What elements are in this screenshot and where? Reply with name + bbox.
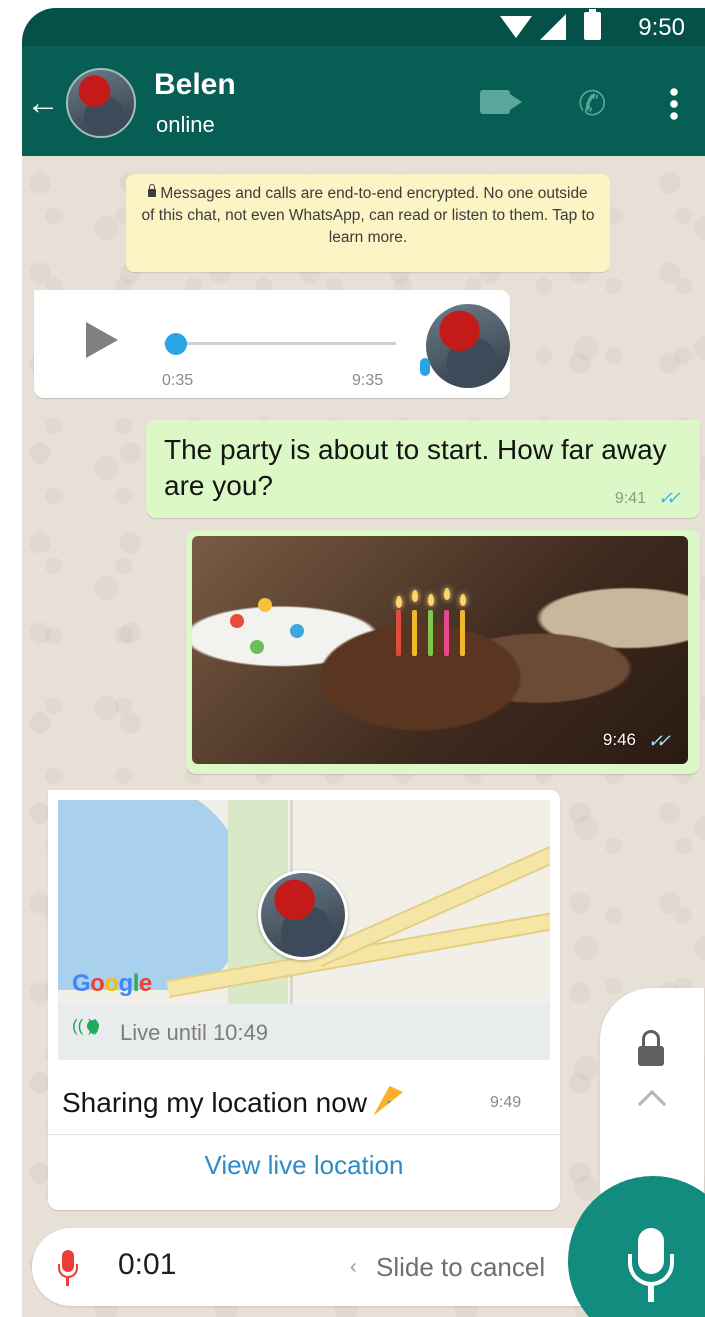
- outgoing-photo-message[interactable]: 9:46 ✓✓: [186, 530, 700, 774]
- candle: [428, 610, 433, 656]
- wifi-icon: [500, 16, 532, 38]
- lock-icon: [638, 1046, 664, 1066]
- recording-microphone-icon: [58, 1250, 78, 1286]
- voice-progress-knob[interactable]: [164, 333, 187, 355]
- message-time: 9:35: [352, 372, 384, 389]
- divider: [48, 1134, 560, 1135]
- candle-flame: [412, 590, 418, 602]
- message-time: 9:46: [602, 730, 636, 749]
- location-map[interactable]: Google: [58, 800, 550, 1004]
- view-live-location-button[interactable]: View live location: [48, 1150, 560, 1181]
- message-text: The party is about to start. How far awa…: [164, 434, 667, 501]
- voice-recording-bar: 0:01 ‹ Slide to cancel: [32, 1228, 632, 1306]
- contact-status: online: [156, 112, 215, 137]
- contact-name[interactable]: Belen: [154, 68, 236, 102]
- play-icon[interactable]: [86, 322, 118, 358]
- chat-header: ← Belen online ✆: [22, 46, 705, 156]
- signal-icon: [540, 14, 566, 40]
- outgoing-text-message[interactable]: The party is about to start. How far awa…: [146, 420, 700, 518]
- live-location-strip: (( )) Live until 10:49: [58, 1004, 550, 1060]
- recording-timer: 0:01: [118, 1248, 177, 1281]
- slide-to-cancel-hint[interactable]: Slide to cancel: [376, 1252, 545, 1283]
- more-options-icon[interactable]: [670, 86, 678, 122]
- plate-dot: [258, 598, 272, 612]
- battery-icon: [584, 9, 601, 40]
- map-lake: [58, 800, 248, 990]
- birthday-cake-photo[interactable]: 9:46 ✓✓: [192, 536, 688, 764]
- encryption-notice[interactable]: Messages and calls are end-to-end encryp…: [126, 174, 610, 272]
- voice-progress-track[interactable]: [164, 342, 396, 345]
- google-logo: Google: [72, 970, 152, 997]
- video-call-icon[interactable]: [480, 90, 510, 114]
- candle: [396, 610, 401, 656]
- double-check-icon: ✓✓: [657, 488, 681, 508]
- microphone-icon: [628, 1228, 674, 1302]
- plate-dot: [290, 624, 304, 638]
- location-avatar: [258, 870, 348, 960]
- message-time: 9:41: [614, 490, 646, 507]
- plate-dot: [250, 640, 264, 654]
- voice-message: 0:35 9:35: [34, 290, 510, 398]
- candle: [460, 610, 465, 656]
- live-until-text: Live until 10:49: [120, 1020, 268, 1045]
- double-check-icon: ✓✓: [647, 731, 671, 751]
- phone-screen: 9:50 ← Belen online ✆ Messages and calls…: [22, 8, 705, 1317]
- live-location-icon: (( )): [72, 1016, 100, 1035]
- message-time: 9:49: [490, 1094, 522, 1111]
- live-location-message: Google (( )) Live until 10:49 Sharing my…: [48, 790, 560, 1210]
- status-bar: 9:50: [22, 8, 705, 46]
- chevron-left-icon: ‹: [350, 1256, 357, 1278]
- candle-flame: [444, 588, 450, 600]
- status-time: 9:50: [638, 14, 685, 41]
- location-caption: Sharing my location now: [62, 1082, 404, 1119]
- encryption-notice-text: Messages and calls are end-to-end encryp…: [141, 185, 595, 246]
- voice-duration: 0:35: [162, 372, 194, 389]
- phone-call-icon[interactable]: ✆: [578, 84, 607, 124]
- location-caption-text: Sharing my location now: [62, 1087, 368, 1118]
- plate-dot: [230, 614, 244, 628]
- candle-flame: [396, 596, 402, 608]
- contact-avatar[interactable]: [66, 68, 136, 138]
- candle: [412, 610, 417, 656]
- candle: [444, 610, 449, 656]
- candle-flame: [428, 594, 434, 606]
- back-arrow-icon[interactable]: ←: [26, 86, 60, 120]
- microphone-icon: [420, 358, 430, 376]
- chevron-up-icon: [637, 1089, 667, 1119]
- sender-avatar: [426, 304, 510, 388]
- party-popper-icon: [373, 1086, 404, 1116]
- lock-icon: [148, 184, 157, 197]
- candle-flame: [460, 594, 466, 606]
